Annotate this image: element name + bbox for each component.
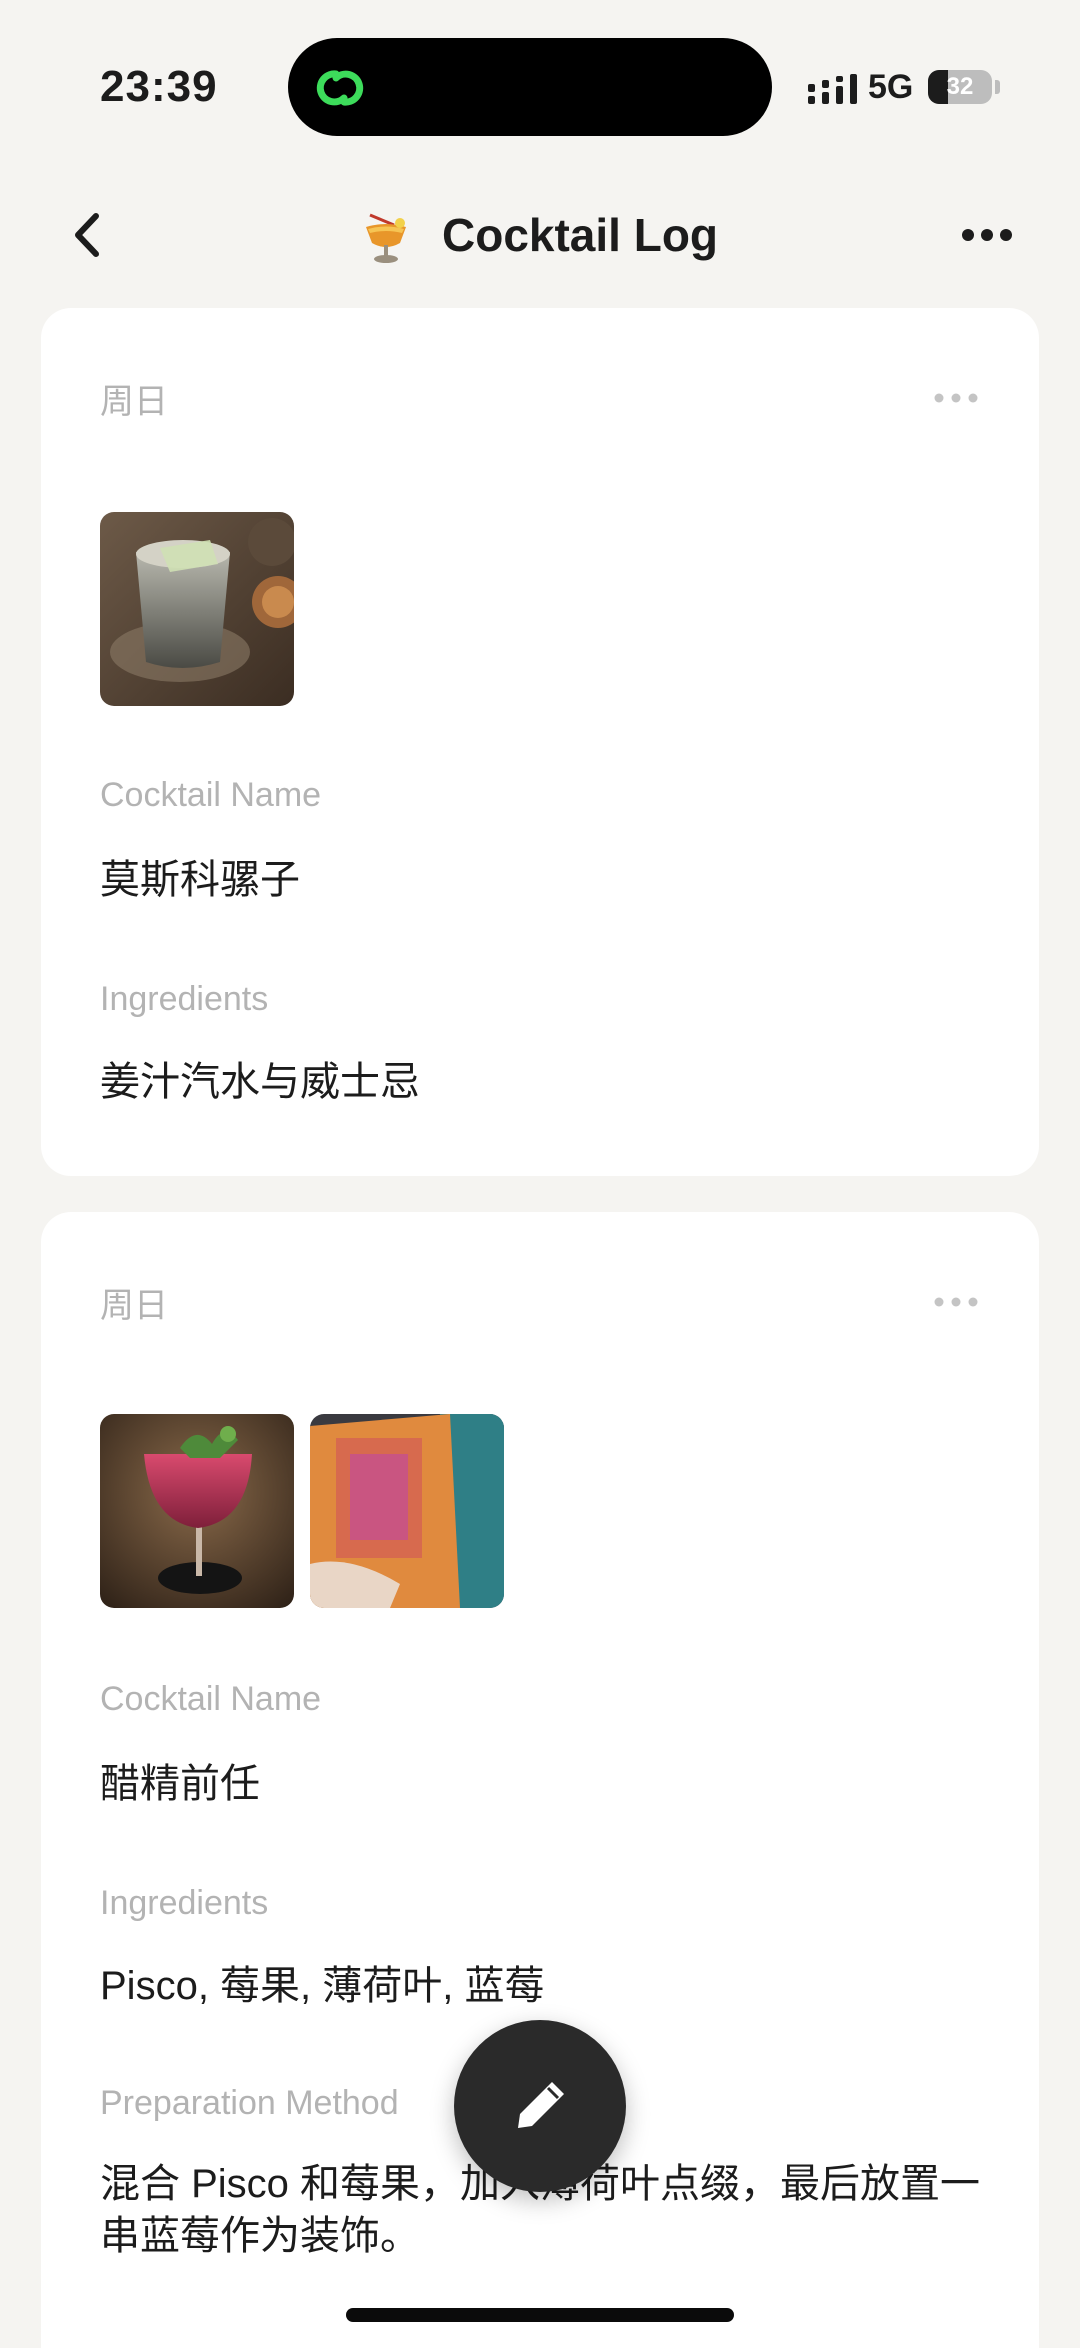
ellipsis-icon (962, 229, 1012, 241)
field-label: Ingredients (100, 1884, 269, 1922)
field-label: Ingredients (100, 980, 269, 1018)
ingredients-value: Pisco, 莓果, 薄荷叶, 蓝莓 (100, 1964, 545, 2008)
pencil-icon (518, 2082, 564, 2128)
back-button[interactable] (58, 202, 118, 268)
status-time: 23:39 (100, 62, 218, 111)
cocktail-name-value: 醋精前任 (100, 1762, 260, 1806)
entry-more-button[interactable] (931, 388, 981, 408)
entry-more-button[interactable] (931, 1292, 981, 1312)
ingredients-value: 姜汁汽水与威士忌 (100, 1060, 420, 1104)
entry-day: 周日 (100, 1287, 168, 1325)
field-label: Cocktail Name (100, 1680, 322, 1718)
page-title: Cocktail Log (442, 209, 719, 261)
field-label: Cocktail Name (100, 776, 322, 814)
network-type: 5G (868, 68, 914, 106)
log-entry-card[interactable]: 周日 (41, 308, 1039, 1176)
cellular-signal-icon (808, 74, 857, 104)
page-title-group: Cocktail Log (360, 202, 718, 268)
entry-photos (100, 1414, 504, 1608)
battery-cap (995, 80, 1000, 94)
ellipsis-icon (934, 393, 978, 403)
pink-cocktail-photo[interactable] (100, 1414, 294, 1608)
nav-bar: Cocktail Log (0, 180, 1080, 290)
link-rings-icon (316, 70, 364, 106)
battery-percent: 32 (946, 73, 974, 100)
field-label: Preparation Method (100, 2084, 399, 2122)
more-options-button[interactable] (958, 210, 1016, 260)
entry-day: 周日 (100, 383, 168, 421)
battery-icon: 32 (928, 70, 992, 104)
dynamic-island[interactable] (288, 38, 772, 136)
tropical-drink-icon (366, 213, 406, 263)
cocktail-glass-photo[interactable] (100, 512, 294, 706)
status-bar: 23:39 5G 32 (0, 0, 1080, 170)
entry-photos (100, 512, 294, 706)
edit-fab-button[interactable] (454, 2020, 626, 2192)
menu-card-photo[interactable] (310, 1414, 504, 1608)
home-indicator[interactable] (346, 2308, 734, 2322)
cocktail-name-value: 莫斯科骡子 (100, 858, 300, 902)
chevron-left-icon (75, 213, 99, 257)
ellipsis-icon (934, 1297, 978, 1307)
